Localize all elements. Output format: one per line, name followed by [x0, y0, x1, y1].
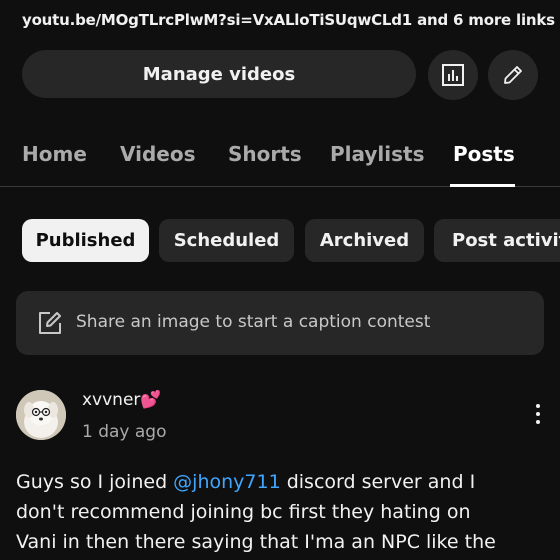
post-text-line: Guys so I joined @jhony711 discord serve… [16, 467, 544, 497]
pencil-icon [504, 66, 522, 84]
caption-prompt-text: Share an image to start a caption contes… [76, 312, 431, 332]
caption-contest-prompt[interactable]: Share an image to start a caption contes… [16, 291, 544, 355]
analytics-button[interactable] [428, 50, 478, 100]
tab-shorts[interactable]: Shorts [228, 142, 302, 166]
post-text-line: Vani in then there saying that I'ma an N… [16, 531, 496, 553]
tab-playlists[interactable]: Playlists [330, 142, 425, 166]
post-text-line: don't recommend joining bc first they ha… [16, 501, 471, 523]
tab-videos[interactable]: Videos [120, 142, 196, 166]
dog-avatar-image [16, 390, 66, 440]
post-timestamp: 1 day ago [82, 422, 167, 442]
manage-videos-button[interactable]: Manage videos [22, 50, 416, 98]
filter-archived-chip[interactable]: Archived [305, 219, 424, 262]
bar-chart-icon [442, 64, 464, 86]
channel-tabs: Home Videos Shorts Playlists Posts [0, 134, 560, 187]
post-text-segment: Guys so I joined [16, 471, 174, 493]
post-text: Guys so I joined @jhony711 discord serve… [16, 467, 544, 557]
links-text[interactable]: youtu.be/MOgTLrcPlwM?si=VxALloTiSUqwCLd1… [22, 11, 555, 29]
post-text-segment: discord server and I [280, 471, 476, 493]
filter-published-chip[interactable]: Published [22, 219, 149, 262]
filter-post-activity-chip[interactable]: Post activit [434, 219, 560, 262]
edit-channel-button[interactable] [488, 50, 538, 100]
tab-posts[interactable]: Posts [453, 142, 515, 166]
filter-scheduled-chip[interactable]: Scheduled [159, 219, 294, 262]
avatar[interactable] [16, 390, 66, 440]
tab-home[interactable]: Home [22, 142, 87, 166]
post-author-name[interactable]: xvvner💕 [82, 390, 162, 410]
edit-square-icon [39, 312, 61, 334]
mention-link[interactable]: @jhony711 [173, 471, 281, 493]
more-vert-icon[interactable] [528, 401, 548, 427]
active-tab-indicator [450, 184, 515, 187]
